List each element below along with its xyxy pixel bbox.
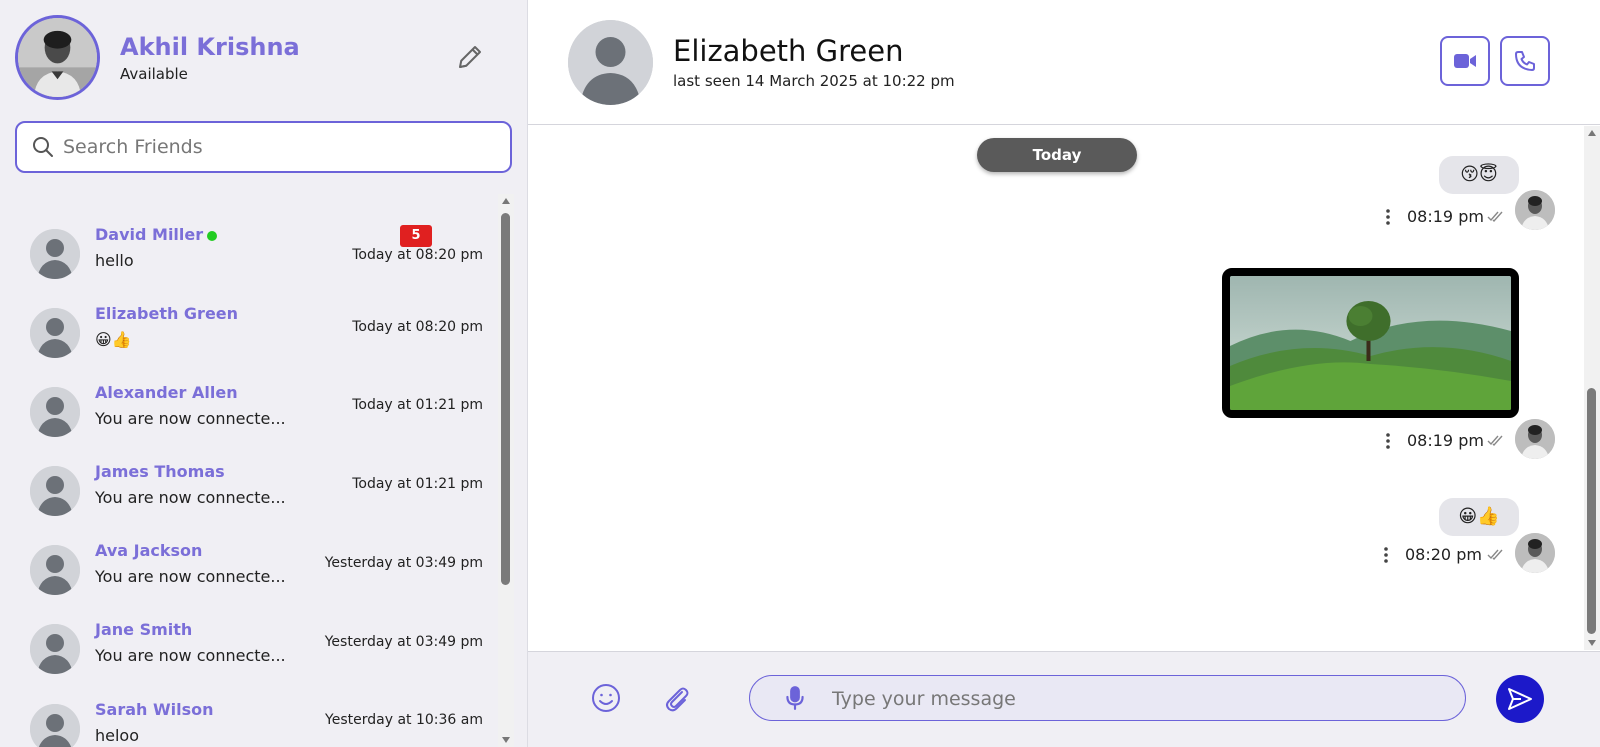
avatar bbox=[1515, 419, 1555, 459]
contact-item-jane-smith[interactable]: Jane Smith You are now connecte... Yeste… bbox=[0, 610, 498, 689]
contact-list: David Miller hello 5 Today at 08:20 pm E… bbox=[0, 194, 514, 747]
search-icon bbox=[33, 137, 53, 157]
message-input[interactable] bbox=[832, 685, 1432, 713]
avatar bbox=[30, 387, 80, 437]
video-camera-icon bbox=[1454, 54, 1476, 68]
emoji-button[interactable] bbox=[590, 682, 622, 714]
contact-item-elizabeth-green[interactable]: Elizabeth Green 😀👍 Today at 08:20 pm bbox=[0, 294, 498, 373]
contact-name: Sarah Wilson bbox=[95, 700, 214, 719]
message-time: 08:20 pm bbox=[1405, 545, 1482, 564]
contact-item-david-miller[interactable]: David Miller hello 5 Today at 08:20 pm bbox=[0, 215, 498, 294]
double-check-icon bbox=[1487, 435, 1503, 447]
chat-panel: Elizabeth Green last seen 14 March 2025 … bbox=[528, 0, 1600, 747]
chat-app: Akhil Krishna Available Search Friends D… bbox=[0, 0, 1600, 747]
contact-last-message: hello bbox=[95, 251, 134, 270]
voice-call-button[interactable] bbox=[1500, 36, 1550, 86]
sidebar: Akhil Krishna Available Search Friends D… bbox=[0, 0, 528, 747]
contact-time: Today at 01:21 pm bbox=[352, 397, 483, 413]
contact-item-sarah-wilson[interactable]: Sarah Wilson heloo Yesterday at 10:36 am bbox=[0, 690, 498, 747]
scroll-up-arrow[interactable] bbox=[502, 198, 510, 204]
online-status-dot bbox=[207, 230, 218, 241]
message-scrollbar[interactable] bbox=[1584, 126, 1600, 650]
unread-badge: 5 bbox=[400, 225, 432, 247]
chat-header: Elizabeth Green last seen 14 March 2025 … bbox=[528, 0, 1600, 125]
profile-name: Akhil Krishna bbox=[120, 33, 300, 61]
contact-last-message: You are now connecte... bbox=[95, 646, 286, 665]
scroll-down-arrow[interactable] bbox=[502, 737, 510, 743]
message-time: 08:19 pm bbox=[1407, 431, 1484, 450]
profile-status: Available bbox=[120, 65, 188, 83]
image-message[interactable] bbox=[1222, 268, 1519, 418]
contact-name: James Thomas bbox=[95, 462, 225, 481]
avatar bbox=[30, 229, 80, 279]
message-meta: 08:20 pm bbox=[1383, 544, 1513, 568]
contact-name: David Miller bbox=[95, 225, 204, 244]
double-check-icon bbox=[1487, 211, 1503, 223]
contact-time: Today at 01:21 pm bbox=[352, 476, 483, 492]
message-bubble[interactable]: 😚😇 bbox=[1439, 156, 1519, 194]
contact-last-message: You are now connecte... bbox=[95, 567, 286, 586]
message-bubble[interactable]: 😀👍 bbox=[1439, 498, 1519, 536]
contact-time: Today at 08:20 pm bbox=[352, 247, 483, 263]
contact-last-message: 😀👍 bbox=[95, 330, 132, 349]
contact-item-alexander-allen[interactable]: Alexander Allen You are now connecte... … bbox=[0, 373, 498, 452]
avatar bbox=[30, 308, 80, 358]
avatar bbox=[30, 545, 80, 595]
smiley-icon bbox=[592, 684, 620, 712]
contact-time: Yesterday at 03:49 pm bbox=[324, 634, 483, 650]
attach-button[interactable] bbox=[660, 682, 692, 714]
contact-time: Today at 08:20 pm bbox=[352, 319, 483, 335]
contact-name: Jane Smith bbox=[95, 620, 193, 639]
scrollbar-thumb[interactable] bbox=[1587, 388, 1596, 634]
date-divider: Today bbox=[977, 138, 1137, 172]
message-meta: 08:19 pm bbox=[1385, 206, 1515, 230]
contact-list-scrollbar[interactable] bbox=[498, 194, 514, 747]
paperclip-icon bbox=[666, 687, 689, 712]
microphone-icon[interactable] bbox=[782, 685, 808, 711]
avatar[interactable] bbox=[15, 15, 100, 100]
message-area: Today 😚😇 08:19 pm 08:19 pm 😀👍 08:20 pm bbox=[528, 126, 1600, 650]
scroll-up-arrow[interactable] bbox=[1588, 130, 1596, 136]
phone-icon bbox=[1515, 51, 1535, 71]
scroll-down-arrow[interactable] bbox=[1588, 640, 1596, 646]
pencil-icon[interactable] bbox=[455, 42, 485, 72]
last-seen-text: last seen 14 March 2025 at 10:22 pm bbox=[673, 72, 955, 90]
send-icon bbox=[1508, 688, 1532, 710]
more-options-icon[interactable] bbox=[1385, 432, 1391, 450]
avatar bbox=[30, 704, 80, 747]
message-meta: 08:19 pm bbox=[1385, 430, 1515, 454]
contact-name: Elizabeth Green bbox=[95, 304, 239, 323]
contact-last-message: heloo bbox=[95, 726, 140, 745]
contact-name: Alexander Allen bbox=[95, 383, 238, 402]
avatar[interactable] bbox=[568, 20, 653, 105]
chat-contact-name: Elizabeth Green bbox=[673, 34, 904, 68]
profile-header: Akhil Krishna Available bbox=[15, 15, 515, 100]
double-check-icon bbox=[1487, 549, 1503, 561]
message-time: 08:19 pm bbox=[1407, 207, 1484, 226]
contact-last-message: You are now connecte... bbox=[95, 409, 286, 428]
message-input-box bbox=[749, 675, 1466, 721]
landscape-tree-image bbox=[1230, 276, 1511, 410]
avatar bbox=[1515, 190, 1555, 230]
scrollbar-thumb[interactable] bbox=[501, 213, 510, 585]
avatar bbox=[1515, 533, 1555, 573]
contact-name: Ava Jackson bbox=[95, 541, 203, 560]
contact-item-ava-jackson[interactable]: Ava Jackson You are now connecte... Yest… bbox=[0, 531, 498, 610]
contact-time: Yesterday at 03:49 pm bbox=[324, 555, 483, 571]
video-call-button[interactable] bbox=[1440, 36, 1490, 86]
avatar bbox=[30, 466, 80, 516]
avatar bbox=[30, 624, 80, 674]
contact-last-message: You are now connecte... bbox=[95, 488, 286, 507]
contact-item-james-thomas[interactable]: James Thomas You are now connecte... Tod… bbox=[0, 452, 498, 531]
message-composer bbox=[528, 651, 1600, 747]
search-input[interactable] bbox=[63, 133, 483, 161]
more-options-icon[interactable] bbox=[1383, 546, 1389, 564]
send-button[interactable] bbox=[1496, 675, 1544, 723]
search-box bbox=[15, 121, 512, 173]
more-options-icon[interactable] bbox=[1385, 208, 1391, 226]
contact-time: Yesterday at 10:36 am bbox=[325, 712, 483, 728]
